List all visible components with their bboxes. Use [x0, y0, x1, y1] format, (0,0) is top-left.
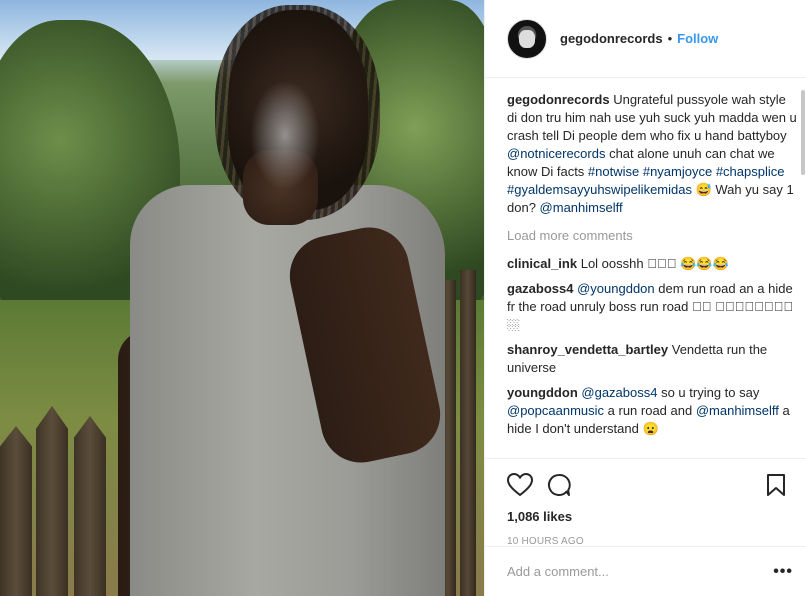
post-photo[interactable] [0, 0, 484, 596]
comments-list: gegodonrecords Ungrateful pussyole wah s… [507, 91, 797, 451]
comment: shanroy_vendetta_bartley Vendetta run th… [507, 341, 797, 377]
comment-username[interactable]: youngddon [507, 385, 578, 400]
bookmark-icon[interactable] [767, 474, 785, 496]
comment-mention[interactable]: @youngddon [577, 281, 655, 296]
comment-text: Lol oosshh 🏼🏼🏼 😂😂😂 [580, 256, 729, 271]
heart-icon[interactable] [507, 473, 533, 497]
comment-text: so u trying to say [657, 385, 760, 400]
comment-icon[interactable] [547, 473, 571, 497]
post-side-panel: gegodonrecords • Follow gegodonrecords U… [484, 0, 806, 596]
header-username[interactable]: gegodonrecords [560, 31, 663, 46]
add-comment-input[interactable] [507, 564, 774, 579]
fence-picket [36, 406, 68, 596]
comment: gazaboss4 @youngddon dem run road an a h… [507, 280, 797, 334]
comment-mention[interactable]: @popcaanmusic [507, 403, 604, 418]
avatar[interactable] [507, 18, 547, 59]
follow-button[interactable]: Follow [677, 31, 718, 46]
add-comment-bar: ••• [485, 546, 806, 596]
comment: clinical_ink Lol oosshh 🏼🏼🏼 😂😂😂 [507, 255, 797, 273]
load-more-comments[interactable]: Load more comments [507, 227, 797, 245]
comment: youngddon @gazaboss4 so u trying to say … [507, 384, 797, 438]
fence-picket [74, 416, 106, 596]
post-actions: 1,086 likes 10 HOURS AGO [485, 458, 806, 547]
fence-rail [460, 270, 476, 596]
caption-username[interactable]: gegodonrecords [507, 92, 610, 107]
comment-username[interactable]: clinical_ink [507, 256, 577, 271]
smoke [250, 80, 320, 190]
post-header: gegodonrecords • Follow [485, 0, 806, 78]
caption: gegodonrecords Ungrateful pussyole wah s… [507, 91, 797, 217]
caption-mention[interactable]: @notnicerecords [507, 146, 605, 161]
comment-text: a run road and [604, 403, 696, 418]
comment-mention[interactable]: @gazaboss4 [581, 385, 657, 400]
instagram-post: gegodonrecords • Follow gegodonrecords U… [0, 0, 806, 596]
caption-mention[interactable]: @manhimselff [540, 200, 623, 215]
comment-mention[interactable]: @manhimselff [696, 403, 779, 418]
action-icons [507, 467, 791, 503]
comments-scrollbar[interactable] [801, 90, 805, 175]
avatar-face [519, 29, 535, 48]
comment-username[interactable]: gazaboss4 [507, 281, 573, 296]
comment-username[interactable]: shanroy_vendetta_bartley [507, 342, 668, 357]
more-options-icon[interactable]: ••• [773, 563, 793, 581]
header-dot: • [667, 31, 673, 46]
fence-picket [0, 426, 32, 596]
likes-count[interactable]: 1,086 likes [507, 509, 791, 524]
